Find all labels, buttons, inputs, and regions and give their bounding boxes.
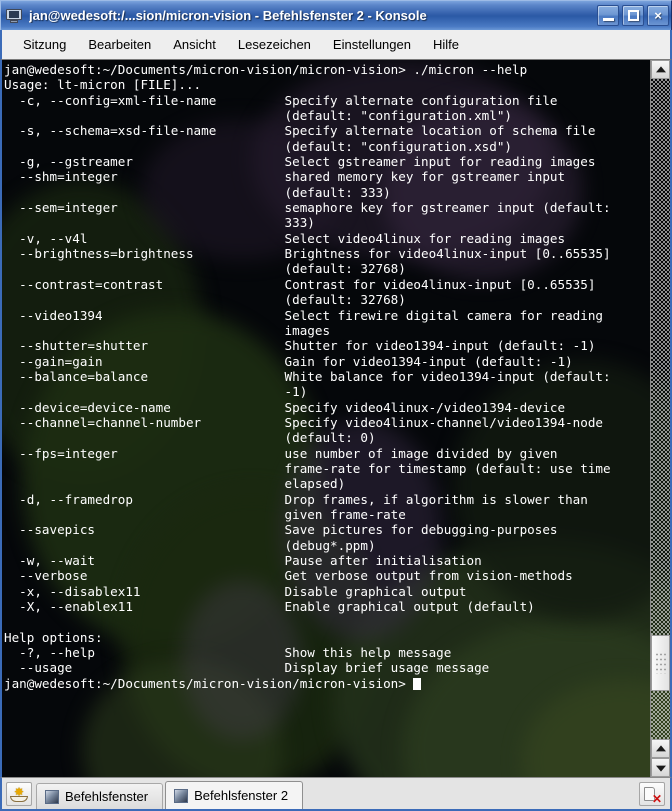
terminal-line: (default: 333) bbox=[4, 184, 391, 200]
terminal-line: Help options: bbox=[4, 629, 103, 645]
terminal-line: (default: "configuration.xml") bbox=[4, 108, 512, 124]
scroll-down-button-upper[interactable] bbox=[651, 739, 670, 758]
terminal-line: (default: 32768) bbox=[4, 261, 406, 277]
window-controls: × bbox=[597, 5, 669, 26]
monitor-icon bbox=[5, 7, 23, 25]
terminal-line: --brightness=brightness Brightness for v… bbox=[4, 246, 611, 262]
terminal-line: elapsed) bbox=[4, 476, 346, 492]
terminal-line: -v, --v4l Select video4linux for reading… bbox=[4, 230, 566, 246]
session-tab-label: Befehlsfenster bbox=[65, 789, 149, 804]
terminal-line: -1) bbox=[4, 384, 308, 400]
session-tab-befehlsfenster[interactable]: Befehlsfenster bbox=[36, 783, 164, 809]
terminal-line: -c, --config=xml-file-name Specify alter… bbox=[4, 92, 558, 108]
scroll-up-icon-secondary bbox=[655, 744, 666, 751]
terminal-icon bbox=[45, 789, 59, 804]
terminal-line: --contrast=contrast Contrast for video4l… bbox=[4, 276, 596, 292]
scrollbar-track[interactable] bbox=[651, 79, 670, 739]
terminal-line: (debug*.ppm) bbox=[4, 537, 376, 553]
menu-item-einstellungen[interactable]: Einstellungen bbox=[322, 34, 422, 56]
session-tab-befehlsfenster-2[interactable]: Befehlsfenster 2 bbox=[165, 781, 304, 809]
close-icon: × bbox=[654, 8, 662, 23]
terminal-area: jan@wedesoft:~/Documents/micron-vision/m… bbox=[0, 59, 672, 777]
terminal-line: --device=device-name Specify video4linux… bbox=[4, 399, 566, 415]
terminal-line: --sem=integer semaphore key for gstreame… bbox=[4, 200, 611, 216]
terminal-line: --gain=gain Gain for video1394-input (de… bbox=[4, 353, 573, 369]
terminal-output[interactable]: jan@wedesoft:~/Documents/micron-vision/m… bbox=[2, 60, 650, 777]
text-cursor bbox=[413, 677, 422, 690]
terminal-prompt-line: jan@wedesoft:~/Documents/micron-vision/m… bbox=[4, 676, 650, 691]
terminal-line: --channel=channel-number Specify video4l… bbox=[4, 414, 603, 430]
terminal-icon bbox=[174, 788, 189, 803]
close-session-icon: ✕ bbox=[644, 787, 662, 805]
terminal-line: jan@wedesoft:~/Documents/micron-vision/m… bbox=[4, 62, 528, 77]
terminal-line: --fps=integer use number of image divide… bbox=[4, 445, 558, 461]
menu-item-bearbeiten[interactable]: Bearbeiten bbox=[77, 34, 162, 56]
menu-item-lesezeichen[interactable]: Lesezeichen bbox=[227, 34, 322, 56]
terminal-line: --shutter=shutter Shutter for video1394-… bbox=[4, 338, 596, 354]
terminal-line: -w, --wait Pause after initialisation bbox=[4, 553, 482, 568]
scroll-up-button[interactable] bbox=[651, 60, 670, 79]
session-tab-bar: ✸ Befehlsfenster Befehlsfenster 2 ✕ bbox=[0, 777, 672, 811]
terminal-line: -X, --enablex11 Enable graphical output … bbox=[4, 599, 535, 615]
konsole-window: jan@wedesoft:/...sion/micron-vision - Be… bbox=[0, 0, 672, 811]
close-button[interactable]: × bbox=[647, 5, 669, 26]
tab-bar-filler bbox=[305, 781, 637, 809]
close-session-button[interactable]: ✕ bbox=[639, 782, 665, 806]
terminal-line: Usage: lt-micron [FILE]... bbox=[4, 77, 202, 93]
terminal-line: --balance=balance White balance for vide… bbox=[4, 368, 611, 384]
terminal-line: images bbox=[4, 322, 331, 338]
terminal-line: --usage Display brief usage message bbox=[4, 660, 490, 676]
terminal-line: given frame-rate bbox=[4, 506, 406, 522]
terminal-line: -s, --schema=xsd-file-name Specify alter… bbox=[4, 123, 596, 139]
new-session-button[interactable]: ✸ bbox=[6, 782, 32, 806]
terminal-line: (default: 32768) bbox=[4, 292, 406, 308]
scroll-up-icon bbox=[655, 65, 666, 72]
terminal-line: -d, --framedrop Drop frames, if algorith… bbox=[4, 491, 588, 507]
terminal-line: frame-rate for timestamp (default: use t… bbox=[4, 460, 611, 476]
menu-item-ansicht[interactable]: Ansicht bbox=[162, 34, 227, 56]
new-session-icon: ✸ bbox=[10, 786, 28, 804]
terminal-line: 333) bbox=[4, 215, 315, 231]
terminal-line: -g, --gstreamer Select gstreamer input f… bbox=[4, 154, 596, 170]
scroll-down-icon bbox=[655, 765, 666, 772]
menu-bar: Sitzung Bearbeiten Ansicht Lesezeichen E… bbox=[0, 30, 672, 59]
terminal-line: -x, --disablex11 Disable graphical outpu… bbox=[4, 583, 467, 599]
terminal-line: (default: 0) bbox=[4, 430, 376, 446]
terminal-line: (default: "configuration.xsd") bbox=[4, 138, 512, 154]
terminal-scrollbar[interactable] bbox=[650, 60, 670, 777]
minimize-button[interactable] bbox=[597, 5, 619, 26]
menu-item-hilfe[interactable]: Hilfe bbox=[422, 34, 470, 56]
window-title: jan@wedesoft:/...sion/micron-vision - Be… bbox=[29, 8, 427, 23]
terminal-line: --savepics Save pictures for debugging-p… bbox=[4, 522, 558, 538]
maximize-button[interactable] bbox=[622, 5, 644, 26]
scrollbar-thumb[interactable] bbox=[651, 635, 670, 691]
menu-item-sitzung[interactable]: Sitzung bbox=[12, 34, 77, 56]
scroll-down-button[interactable] bbox=[651, 758, 670, 777]
title-bar[interactable]: jan@wedesoft:/...sion/micron-vision - Be… bbox=[0, 0, 672, 30]
session-tab-label: Befehlsfenster 2 bbox=[194, 788, 289, 803]
shell-prompt: jan@wedesoft:~/Documents/micron-vision/m… bbox=[4, 675, 414, 691]
terminal-line: --shm=integer shared memory key for gstr… bbox=[4, 169, 566, 185]
terminal-line: -?, --help Show this help message bbox=[4, 645, 452, 661]
terminal-line: --video1394 Select firewire digital came… bbox=[4, 307, 603, 323]
terminal-line: --verbose Get verbose output from vision… bbox=[4, 568, 573, 584]
